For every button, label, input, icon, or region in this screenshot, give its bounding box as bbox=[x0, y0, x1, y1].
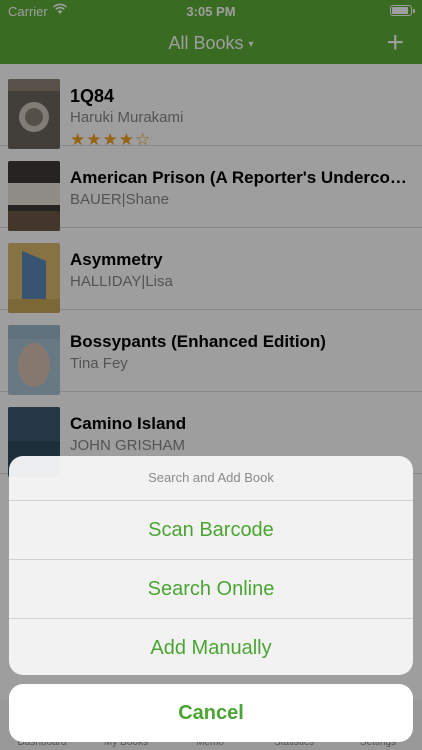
add-manually-button[interactable]: Add Manually bbox=[9, 619, 413, 675]
action-sheet: Search and Add Book Scan Barcode Search … bbox=[9, 456, 413, 675]
scan-barcode-button[interactable]: Scan Barcode bbox=[9, 501, 413, 560]
action-sheet-title: Search and Add Book bbox=[9, 456, 413, 501]
cancel-button[interactable]: Cancel bbox=[9, 684, 413, 742]
search-online-button[interactable]: Search Online bbox=[9, 560, 413, 619]
